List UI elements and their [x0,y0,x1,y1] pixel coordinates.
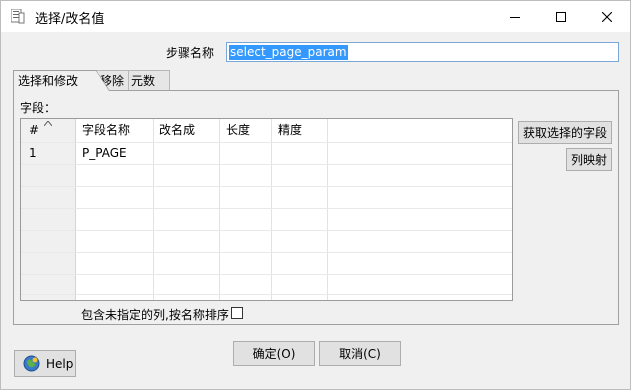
help-button[interactable]: Help [14,350,76,377]
row-divider [21,164,512,165]
row-divider [21,208,512,209]
close-button[interactable] [584,1,630,32]
tab-edge-fill [96,71,109,91]
cancel-button[interactable]: 取消(C) [319,341,401,366]
step-name-value: select_page_param [229,45,348,60]
minimize-button[interactable] [492,1,538,32]
app-icon [11,9,25,24]
minimize-icon [510,16,520,18]
close-icon [602,11,612,22]
window-title: 选择/改名值 [35,12,105,27]
step-name-input[interactable]: select_page_param [226,42,619,62]
tab-select-modify[interactable]: 选择和修改 [13,70,110,91]
fields-table[interactable]: # 字段名称 改名成 长度 精度 1 P_PAGE [20,118,513,301]
column-header-num[interactable]: # [29,119,39,141]
column-mapping-button[interactable]: 列映射 [566,148,612,171]
field-name-cell[interactable]: P_PAGE [82,146,127,160]
title-bar[interactable]: 选择/改名值 [1,1,630,32]
tab-metadata[interactable]: 元数据 [126,70,170,108]
row-divider [21,294,512,295]
tab-select-modify-label: 选择和修改 [18,74,79,88]
row-divider [21,186,512,187]
include-unspecified-label: 包含未指定的列,按名称排序 [81,308,229,322]
column-header-length[interactable]: 长度 [226,119,250,141]
step-name-label: 步骤名称 [166,46,215,60]
row-number: 1 [29,146,37,160]
help-button-label: Help [46,356,74,371]
sort-arrow-icon [44,121,52,126]
get-selected-fields-button[interactable]: 获取选择的字段 [518,121,612,144]
include-unspecified-checkbox[interactable] [231,307,243,319]
column-header-rename[interactable]: 改名成 [159,119,195,141]
table-row[interactable]: 1 P_PAGE [21,143,512,164]
row-divider [21,252,512,253]
row-divider [21,230,512,231]
column-header-fieldname[interactable]: 字段名称 [82,119,130,141]
ok-button[interactable]: 确定(O) [233,341,315,366]
help-globe-icon [23,355,40,372]
row-divider [21,274,512,275]
maximize-icon [556,11,566,22]
fields-label: 字段： [20,101,57,115]
maximize-button[interactable] [538,1,584,32]
dialog-window: 选择/改名值 步骤名称 select_page_param 元数据 移除 选择和… [0,0,631,390]
column-header-precision[interactable]: 精度 [278,119,302,141]
